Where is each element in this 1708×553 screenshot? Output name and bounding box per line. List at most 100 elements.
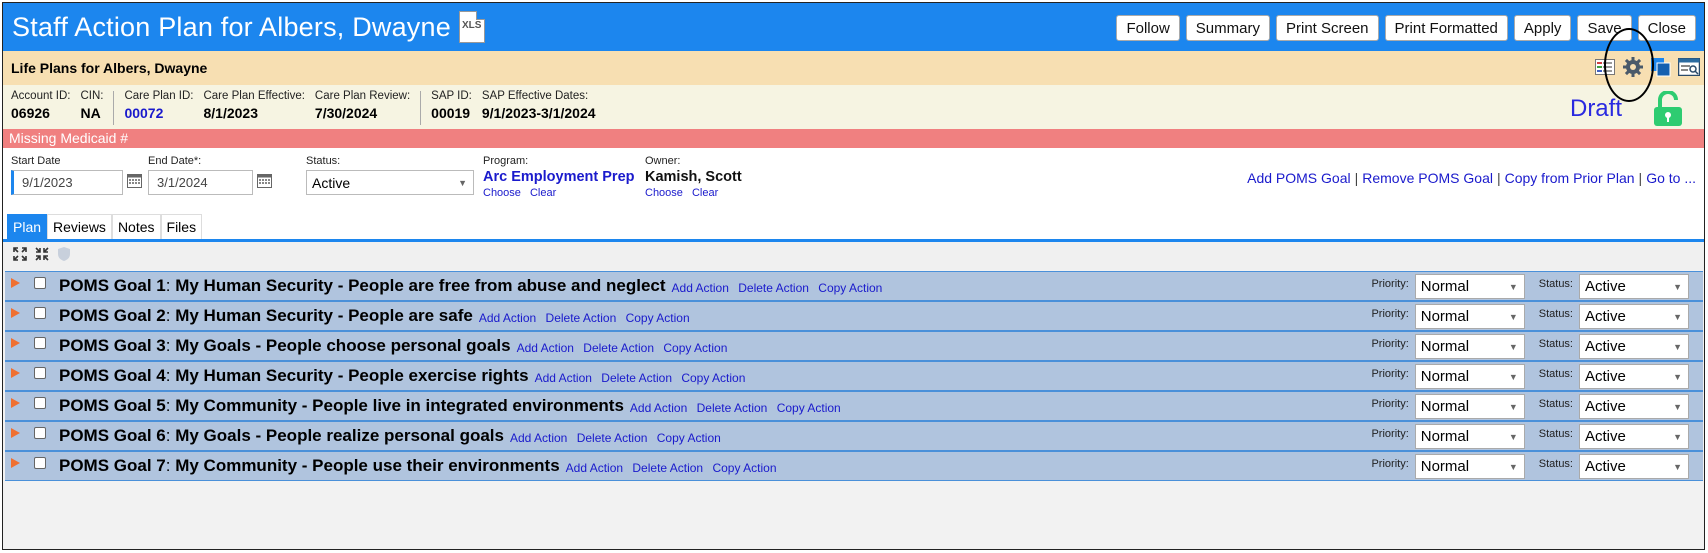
program-link[interactable]: Arc Employment Prep	[483, 169, 635, 185]
goal-status-select[interactable]: Active ▼	[1579, 274, 1689, 299]
tab-plan[interactable]: Plan	[7, 214, 48, 239]
priority-select[interactable]: Normal ▼	[1414, 334, 1525, 359]
copy-action-link[interactable]: Copy Action	[663, 341, 727, 355]
priority-select[interactable]: Normal ▼	[1414, 364, 1525, 389]
expand-triangle-icon[interactable]	[11, 458, 20, 468]
goal-status-select[interactable]: Active ▼	[1579, 424, 1689, 449]
add-action-link[interactable]: Add Action	[630, 401, 687, 415]
tab-files[interactable]: Files	[160, 214, 203, 239]
priority-label: Priority:	[1371, 397, 1409, 410]
divider	[420, 91, 422, 125]
chevron-down-icon: ▼	[1673, 311, 1682, 322]
grid-list-icon[interactable]	[1594, 56, 1616, 78]
owner-clear-link[interactable]: Clear	[692, 187, 718, 199]
goal-title: POMS Goal 6: My Goals - People realize p…	[59, 426, 504, 445]
save-button[interactable]: Save	[1577, 15, 1632, 41]
delete-action-link[interactable]: Delete Action	[583, 341, 654, 355]
expand-triangle-icon[interactable]	[11, 278, 20, 288]
copy-action-link[interactable]: Copy Action	[681, 371, 745, 385]
goal-checkbox[interactable]	[34, 427, 46, 439]
goal-checkbox[interactable]	[34, 307, 46, 319]
print-screen-button[interactable]: Print Screen	[1275, 15, 1379, 41]
expand-triangle-icon[interactable]	[11, 428, 20, 438]
copy-action-link[interactable]: Copy Action	[777, 401, 841, 415]
expand-triangle-icon[interactable]	[11, 398, 20, 408]
calendar-icon[interactable]	[257, 173, 272, 193]
copy-action-link[interactable]: Copy Action	[818, 281, 882, 295]
end-date-input[interactable]	[148, 170, 253, 195]
delete-action-link[interactable]: Delete Action	[577, 431, 648, 445]
goal-row[interactable]: POMS Goal 7: My Community - People use t…	[5, 451, 1703, 481]
goal-checkbox[interactable]	[34, 397, 46, 409]
add-action-link[interactable]: Add Action	[535, 371, 592, 385]
goal-status-select[interactable]: Active ▼	[1579, 364, 1689, 389]
remove-poms-goal-link[interactable]: Remove POMS Goal	[1362, 170, 1493, 186]
program-choose-link[interactable]: Choose	[483, 187, 521, 199]
goal-checkbox[interactable]	[34, 457, 46, 469]
delete-action-link[interactable]: Delete Action	[738, 281, 809, 295]
collapse-icon[interactable]	[35, 246, 49, 266]
shield-icon	[57, 246, 71, 267]
plan-form: Start Date End Date*: Status: Active ▼	[3, 148, 1704, 216]
copy-action-link[interactable]: Copy Action	[626, 311, 690, 325]
owner-choose-link[interactable]: Choose	[645, 187, 683, 199]
add-action-link[interactable]: Add Action	[479, 311, 536, 325]
tab-notes[interactable]: Notes	[111, 214, 161, 239]
expand-triangle-icon[interactable]	[11, 368, 20, 378]
goal-row[interactable]: POMS Goal 5: My Community - People live …	[5, 391, 1703, 421]
add-action-link[interactable]: Add Action	[566, 461, 623, 475]
delete-action-link[interactable]: Delete Action	[546, 311, 617, 325]
priority-select[interactable]: Normal ▼	[1414, 424, 1525, 449]
goal-row[interactable]: POMS Goal 3: My Goals - People choose pe…	[5, 331, 1703, 361]
program-clear-link[interactable]: Clear	[530, 187, 556, 199]
goal-status-select[interactable]: Active ▼	[1579, 394, 1689, 419]
goal-checkbox[interactable]	[34, 277, 46, 289]
copy-from-prior-plan-link[interactable]: Copy from Prior Plan	[1505, 170, 1635, 186]
goal-status-select[interactable]: Active ▼	[1579, 304, 1689, 329]
search-window-icon[interactable]	[1678, 56, 1700, 78]
priority-select[interactable]: Normal ▼	[1414, 274, 1525, 299]
priority-select[interactable]: Normal ▼	[1414, 394, 1525, 419]
close-button[interactable]: Close	[1637, 15, 1696, 41]
add-action-link[interactable]: Add Action	[517, 341, 574, 355]
follow-button[interactable]: Follow	[1116, 15, 1180, 41]
unlock-icon[interactable]	[1652, 90, 1686, 132]
expand-triangle-icon[interactable]	[11, 308, 20, 318]
copy-icon[interactable]	[1650, 56, 1672, 78]
copy-action-link[interactable]: Copy Action	[712, 461, 776, 475]
calendar-icon[interactable]	[127, 173, 142, 193]
go-to-link[interactable]: Go to ...	[1646, 170, 1696, 186]
priority-select[interactable]: Normal ▼	[1414, 454, 1525, 479]
gear-icon[interactable]	[1622, 56, 1644, 78]
goal-row[interactable]: POMS Goal 1: My Human Security - People …	[5, 271, 1703, 301]
xls-export-icon[interactable]: XLS	[458, 11, 485, 43]
goal-checkbox[interactable]	[34, 337, 46, 349]
apply-button[interactable]: Apply	[1513, 15, 1572, 41]
delete-action-link[interactable]: Delete Action	[697, 401, 768, 415]
priority-select[interactable]: Normal ▼	[1414, 304, 1525, 329]
add-action-link[interactable]: Add Action	[672, 281, 729, 295]
tab-reviews[interactable]: Reviews	[47, 214, 112, 239]
expand-icon[interactable]	[13, 246, 27, 266]
summary-button[interactable]: Summary	[1185, 15, 1270, 41]
goal-status-select[interactable]: Active ▼	[1579, 334, 1689, 359]
goal-status-select[interactable]: Active ▼	[1579, 454, 1689, 479]
goal-checkbox[interactable]	[34, 367, 46, 379]
goal-row[interactable]: POMS Goal 4: My Human Security - People …	[5, 361, 1703, 391]
start-date-input[interactable]	[11, 170, 123, 195]
chevron-down-icon: ▼	[458, 177, 467, 188]
delete-action-link[interactable]: Delete Action	[632, 461, 703, 475]
add-poms-goal-link[interactable]: Add POMS Goal	[1247, 170, 1351, 186]
status-select[interactable]: Active ▼	[306, 170, 474, 195]
expand-triangle-icon[interactable]	[11, 338, 20, 348]
delete-action-link[interactable]: Delete Action	[601, 371, 672, 385]
print-formatted-button[interactable]: Print Formatted	[1384, 15, 1508, 41]
copy-action-link[interactable]: Copy Action	[657, 431, 721, 445]
goal-number: POMS Goal 2	[59, 306, 166, 325]
goal-title: POMS Goal 4: My Human Security - People …	[59, 366, 529, 385]
goal-row[interactable]: POMS Goal 2: My Human Security - People …	[5, 301, 1703, 331]
care-plan-id-link[interactable]: 00072	[124, 105, 193, 121]
goal-row[interactable]: POMS Goal 6: My Goals - People realize p…	[5, 421, 1703, 451]
chevron-down-icon: ▼	[1508, 371, 1518, 382]
add-action-link[interactable]: Add Action	[510, 431, 567, 445]
